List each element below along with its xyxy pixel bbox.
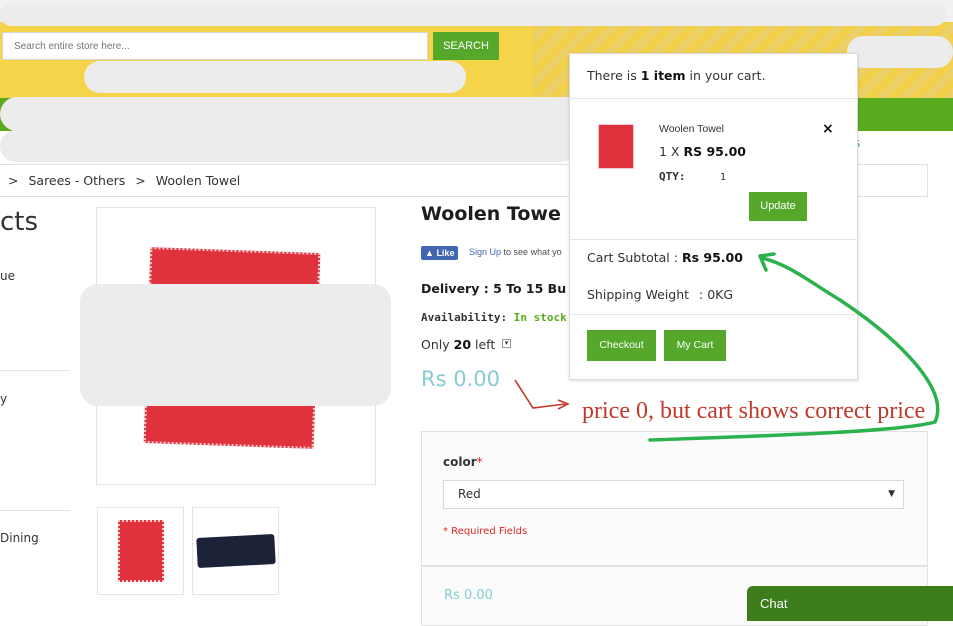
cart-qty-input[interactable]: 1 <box>720 172 726 183</box>
cart-divider <box>570 98 857 99</box>
stock-left-prefix: Only <box>421 337 450 352</box>
color-select-value: Red <box>458 487 481 501</box>
redacted-header-area <box>0 4 946 26</box>
stock-left-suffix: left <box>475 337 496 352</box>
redacted-area <box>84 61 466 93</box>
availability-label: Availability: <box>421 311 508 324</box>
options-price: Rs 0.00 <box>444 588 493 603</box>
cart-divider <box>570 314 857 315</box>
required-fields-note: * Required Fields <box>443 526 528 537</box>
search-button[interactable]: SEARCH <box>433 32 499 60</box>
update-button[interactable]: Update <box>749 192 807 221</box>
sidebar-title: cts <box>0 207 39 237</box>
cart-weight-value: : 0KG <box>699 287 734 302</box>
color-label-text: color <box>443 455 477 469</box>
breadcrumb-separator: > <box>8 173 19 188</box>
cart-subtotal: Cart Subtotal : Rs 95.00 <box>587 250 743 265</box>
product-thumbnail-navy[interactable] <box>192 507 279 595</box>
availability-value: In stock <box>513 311 567 324</box>
cart-subtotal-label: Cart Subtotal : <box>587 250 678 265</box>
facebook-like-button[interactable]: ▲ Like <box>421 246 459 260</box>
cart-item-qty-prefix: 1 X <box>659 144 680 159</box>
cart-weight-label: Shipping Weight <box>587 287 690 302</box>
annotation-red-arrow-head <box>557 399 570 410</box>
chevron-down-icon: ▼ <box>888 489 895 499</box>
close-icon[interactable]: × <box>822 121 834 137</box>
redacted-area <box>80 284 391 406</box>
delivery-info: Delivery : 5 To 15 Bu <box>421 281 567 296</box>
cart-shipping-weight: Shipping Weight : 0KG <box>587 287 733 302</box>
cart-item-image[interactable] <box>598 124 634 169</box>
required-star: * <box>476 455 483 469</box>
cart-divider <box>570 239 857 240</box>
chat-button[interactable]: Chat <box>747 586 953 621</box>
facebook-signup-link[interactable]: Sign Up <box>469 247 501 257</box>
cart-qty-label: QTY: <box>659 170 686 183</box>
availability-status: Availability: In stock <box>421 311 567 324</box>
stock-left: Only 20 left <box>421 337 495 352</box>
cart-summary: There is 1 item in your cart. <box>587 68 766 83</box>
redacted-area <box>0 130 577 162</box>
towel-thumbnail-image <box>196 533 276 569</box>
cart-item-price-value: RS 95.00 <box>683 144 747 159</box>
cart-item-name[interactable]: Woolen Towel <box>659 123 724 135</box>
sidebar-item[interactable]: y <box>0 392 7 406</box>
product-title: Woolen Towe <box>421 203 561 225</box>
color-option-label: color* <box>443 455 483 469</box>
sidebar-divider <box>0 370 70 371</box>
towel-thumbnail-image <box>118 520 164 582</box>
product-price: Rs 0.00 <box>421 367 500 391</box>
my-cart-button[interactable]: My Cart <box>664 330 726 361</box>
facebook-like-text: Sign Up to see what yo <box>469 247 562 257</box>
checkout-button[interactable]: Checkout <box>587 330 656 361</box>
color-select[interactable]: Red ▼ <box>443 480 904 509</box>
product-thumbnail-red[interactable] <box>97 507 184 595</box>
cart-subtotal-value: Rs 95.00 <box>681 250 743 265</box>
search-input[interactable] <box>2 32 428 60</box>
facebook-like-label: Like <box>436 248 455 258</box>
annotation-red-arrow <box>514 379 566 409</box>
cart-item-price: 1 X RS 95.00 <box>659 144 746 159</box>
annotation-note: price 0, but cart shows correct price <box>582 398 926 424</box>
breadcrumb-current: Woolen Towel <box>155 173 241 188</box>
stock-info-dropdown-icon[interactable]: ▾ <box>502 339 511 348</box>
cart-item-count: 1 item <box>640 68 686 83</box>
thumbs-up-icon: ▲ <box>425 248 434 258</box>
sidebar-item[interactable]: ue <box>0 269 15 283</box>
sidebar-item[interactable]: Dining <box>0 531 39 545</box>
sidebar-divider <box>0 510 70 511</box>
redacted-area <box>0 97 586 131</box>
breadcrumb-link-sarees-others[interactable]: Sarees - Others <box>28 173 125 188</box>
facebook-like-suffix: to see what yo <box>503 247 562 257</box>
breadcrumb-separator: > <box>135 173 146 188</box>
cart-summary-suffix: in your cart. <box>689 68 766 83</box>
stock-left-count: 20 <box>453 337 472 352</box>
cart-summary-prefix: There is <box>587 68 637 83</box>
redacted-area <box>847 36 953 68</box>
